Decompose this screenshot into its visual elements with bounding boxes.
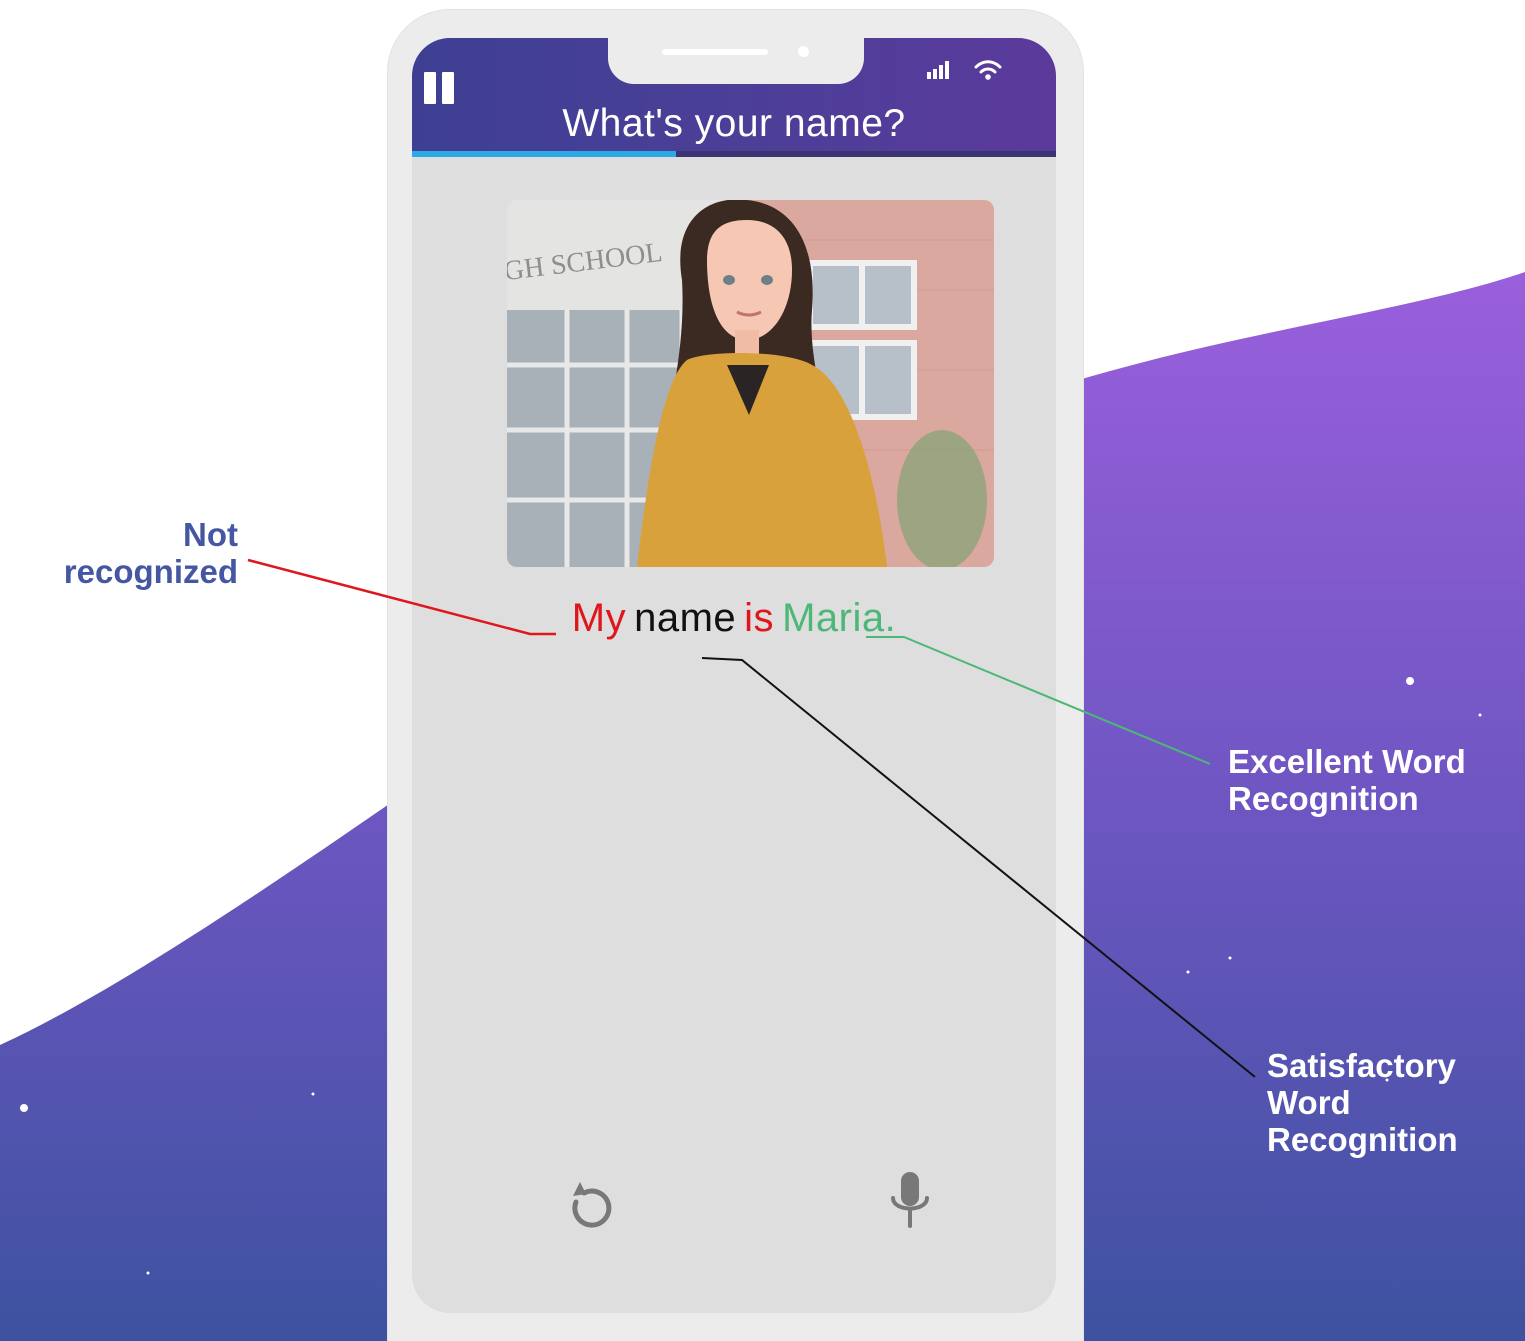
wifi-icon <box>974 60 1002 80</box>
pause-icon[interactable] <box>424 72 458 106</box>
label-excellent: Excellent Word Recognition <box>1228 743 1466 817</box>
microphone-icon[interactable] <box>888 1170 932 1232</box>
prompt-title: What's your name? <box>562 102 906 145</box>
word-maria: Maria. <box>782 596 897 640</box>
camera-dot <box>798 46 809 57</box>
speaker-grille <box>662 49 768 55</box>
progress-bar <box>412 151 677 157</box>
signal-icon <box>927 61 949 79</box>
label-satisfactory: Satisfactory Word Recognition <box>1267 1047 1458 1158</box>
app-screen: What's your name? GH SCHOOL My name is M… <box>412 38 1056 1313</box>
replay-icon[interactable] <box>562 1180 618 1236</box>
label-not-recognized: Not recognized <box>63 516 238 590</box>
word-is: is <box>744 596 775 640</box>
word-name: name <box>634 596 737 640</box>
phone-notch <box>608 38 864 84</box>
scene-illustration: GH SCHOOL <box>507 200 994 567</box>
word-my: My <box>571 596 627 640</box>
sentence-display: My name is Maria. <box>412 596 1056 641</box>
